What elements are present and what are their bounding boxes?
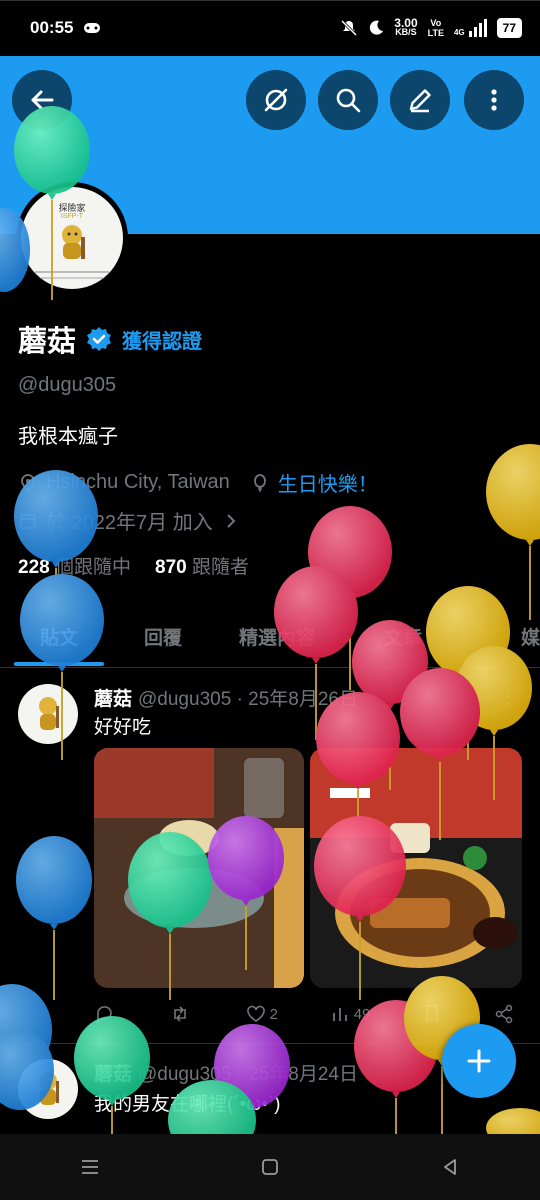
profile-name: 蘑菇 bbox=[18, 326, 77, 358]
home-icon[interactable] bbox=[259, 1156, 281, 1178]
post-avatar[interactable] bbox=[18, 1059, 78, 1119]
more-options-button[interactable] bbox=[464, 70, 524, 130]
post-author[interactable]: 蘑菇 bbox=[94, 689, 132, 710]
profile-location: Hsinchu City, Taiwan bbox=[46, 471, 230, 493]
post-author[interactable]: 蘑菇 bbox=[94, 1064, 132, 1085]
profile-avatar[interactable]: 探險家 ISFP-T bbox=[16, 182, 128, 294]
back-button[interactable] bbox=[12, 70, 72, 130]
location-pin-icon bbox=[21, 473, 35, 492]
bookmark-icon bbox=[426, 1005, 438, 1024]
avatar-card-image: 探險家 ISFP-T bbox=[21, 187, 123, 289]
repost-button[interactable] bbox=[170, 1004, 194, 1024]
mute-notifications-icon bbox=[341, 19, 358, 37]
post-text: 我的男友在哪裡(´•ω•`) bbox=[94, 1094, 281, 1115]
post-image-2[interactable] bbox=[310, 748, 522, 988]
tab-media[interactable]: 媒 bbox=[460, 606, 540, 666]
bar-chart-icon bbox=[332, 1008, 347, 1021]
profile-meta-row: Hsinchu City, Taiwan 生日快樂！ bbox=[18, 468, 378, 497]
more-vertical-icon bbox=[491, 89, 497, 111]
post-more-icon[interactable]: ⋮ bbox=[498, 684, 518, 709]
profile-birthday[interactable]: 生日快樂！ bbox=[278, 468, 378, 497]
followers-link[interactable]: 870 跟隨者 bbox=[155, 552, 249, 579]
share-button[interactable] bbox=[494, 1004, 514, 1024]
profile-joined-row[interactable]: 於 2022年7月 加入 bbox=[18, 506, 241, 535]
edit-icon bbox=[409, 89, 431, 113]
moon-icon bbox=[370, 20, 384, 35]
plus-icon bbox=[467, 1049, 491, 1073]
repost-icon bbox=[173, 1006, 186, 1022]
cancel-circle-icon bbox=[264, 88, 288, 112]
views-button[interactable]: 49 bbox=[330, 1004, 370, 1024]
profile-handle: @dugu305 bbox=[18, 374, 117, 396]
profile-tabs: 貼文 回覆 精選內容 文章 媒 bbox=[0, 606, 540, 668]
gamepad-icon bbox=[84, 23, 101, 33]
balloon-icon bbox=[253, 473, 266, 492]
network-speed: 3.00 KB/S bbox=[394, 16, 418, 37]
post-handle: @dugu305 bbox=[138, 689, 232, 710]
bookmark-button[interactable] bbox=[422, 1004, 442, 1024]
profile-name-row: 蘑菇 獲得認證 bbox=[18, 318, 202, 360]
heart-icon bbox=[246, 1005, 265, 1022]
status-time: 00:55 bbox=[30, 18, 74, 37]
status-bar: 00:55 3.00 KB/S Vo LTE 4G 77 bbox=[0, 0, 540, 56]
tab-posts[interactable]: 貼文 bbox=[0, 606, 118, 666]
tab-highlights[interactable]: 精選內容 bbox=[208, 606, 346, 666]
status-icons: 3.00 KB/S Vo LTE 4G 77 bbox=[340, 16, 522, 38]
post-handle: @dugu305 bbox=[138, 1064, 232, 1085]
arrow-left-icon bbox=[31, 90, 54, 110]
like-button[interactable]: 2 bbox=[246, 1004, 278, 1024]
post-header: 蘑菇 @dugu305 · 25年8月24日 bbox=[94, 1059, 358, 1086]
tab-replies[interactable]: 回覆 bbox=[118, 606, 208, 666]
calendar-icon bbox=[20, 513, 36, 529]
post-header: 蘑菇 @dugu305 · 25年8月26日 bbox=[94, 684, 358, 711]
avatar-card-subtitle: ISFP-T bbox=[60, 213, 84, 220]
edit-button[interactable] bbox=[390, 70, 450, 130]
mascot-illustration bbox=[62, 225, 85, 259]
post-date: · 25年8月26日 bbox=[236, 689, 359, 710]
compose-post-button[interactable] bbox=[442, 1024, 516, 1098]
following-link[interactable]: 228 個跟隨中 bbox=[18, 552, 131, 579]
post-image-1[interactable] bbox=[94, 748, 304, 988]
verified-label[interactable]: 獲得認證 bbox=[122, 325, 202, 354]
search-icon bbox=[336, 88, 361, 113]
volte-indicator: Vo LTE bbox=[427, 18, 444, 38]
tab-articles[interactable]: 文章 bbox=[346, 606, 460, 666]
post-item[interactable]: 蘑菇 @dugu305 · 25年8月24日 我的男友在哪裡(´•ω•`) bbox=[0, 0, 540, 1119]
reply-icon bbox=[97, 1006, 112, 1024]
share-icon bbox=[495, 1004, 513, 1024]
reply-button[interactable] bbox=[94, 1004, 118, 1024]
follow-stats: 228 個跟隨中 870 跟隨者 bbox=[18, 552, 249, 579]
battery-indicator: 77 bbox=[496, 18, 522, 38]
post-date: · 25年8月24日 bbox=[236, 1064, 359, 1085]
recent-apps-icon[interactable] bbox=[79, 1156, 101, 1178]
post-avatar[interactable] bbox=[18, 684, 78, 744]
grok-button[interactable] bbox=[246, 70, 306, 130]
system-navigation-bar bbox=[0, 1134, 540, 1200]
profile-bio: 我根本瘋子 bbox=[18, 426, 118, 448]
chevron-right-icon bbox=[227, 513, 236, 528]
signal-icon: 4G bbox=[454, 19, 487, 37]
verified-badge-icon[interactable] bbox=[86, 326, 112, 352]
post-text: 好好吃 bbox=[94, 717, 152, 738]
post-actions: 2 49 bbox=[94, 1004, 514, 1024]
back-nav-icon[interactable] bbox=[439, 1156, 461, 1178]
profile-joined: 於 2022年7月 加入 bbox=[46, 512, 213, 534]
search-button[interactable] bbox=[318, 70, 378, 130]
